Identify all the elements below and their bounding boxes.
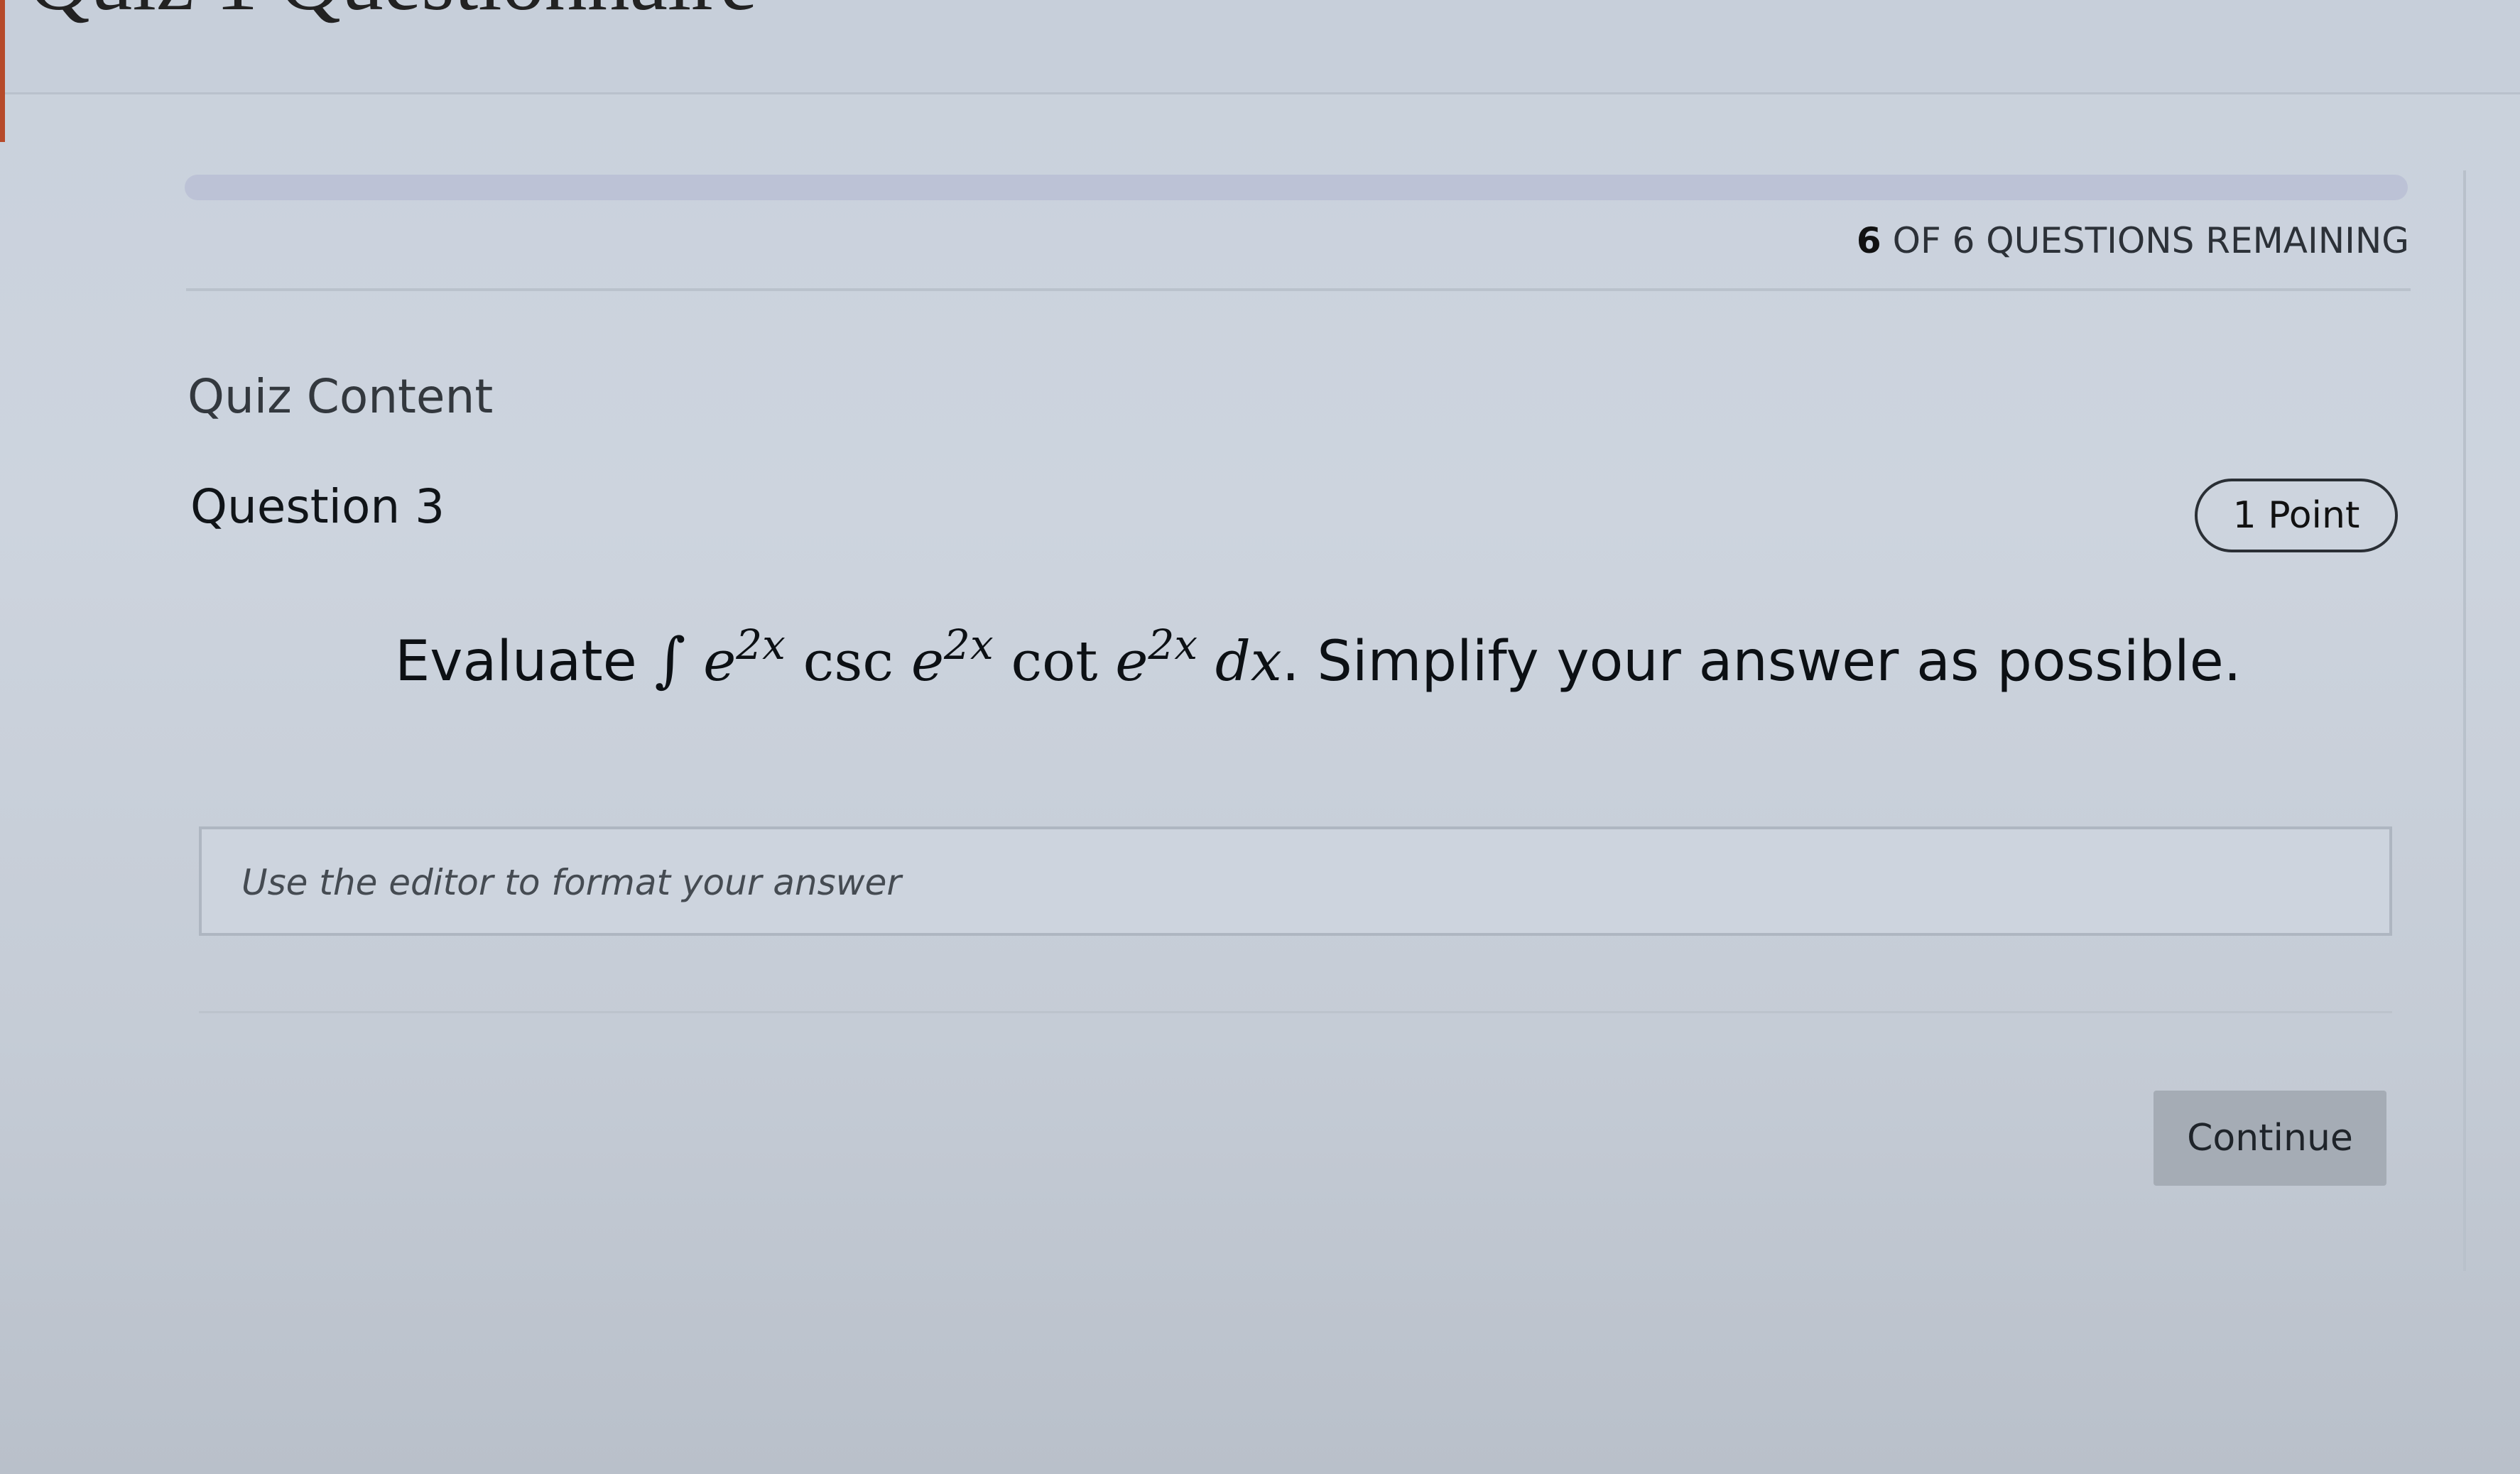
answer-placeholder: Use the editor to format your answer — [241, 862, 901, 903]
prompt-lead: Evaluate — [395, 630, 637, 694]
exp-power: 2x — [944, 621, 994, 669]
integral-expression: ∫ e2x csc e2x cot e2x dx — [655, 624, 1282, 694]
questions-remaining-count: 6 — [1856, 220, 1881, 261]
integral-symbol: ∫ — [654, 625, 686, 694]
exp-base: e — [911, 630, 945, 694]
left-accent-bar — [0, 0, 5, 142]
continue-button[interactable]: Continue — [2154, 1091, 2386, 1186]
exp-power: 2x — [736, 621, 786, 669]
quiz-title: Quiz 1 Questionnaire — [28, 0, 757, 30]
answer-editor[interactable]: Use the editor to format your answer — [199, 826, 2392, 936]
differential: dx — [1215, 630, 1282, 694]
question-number: Question 3 — [190, 479, 445, 534]
exp-base: e — [703, 630, 737, 694]
exp-base: e — [1115, 630, 1148, 694]
cot-function: cot — [1011, 630, 1098, 694]
header-divider — [186, 288, 2411, 291]
points-badge: 1 Point — [2195, 479, 2398, 552]
exp-power: 2x — [1148, 621, 1198, 669]
quiz-header-bar: Quiz 1 Questionnaire — [0, 0, 2520, 94]
section-title: Quiz Content — [188, 369, 494, 424]
question-prompt: Evaluate ∫ e2x csc e2x cot e2x dx. Simpl… — [395, 624, 2242, 694]
questions-remaining-text: OF 6 QUESTIONS REMAINING — [1892, 220, 2409, 261]
csc-function: csc — [803, 630, 894, 694]
progress-bar — [185, 175, 2408, 200]
footer-divider — [199, 1011, 2392, 1013]
question-card — [182, 170, 2466, 1271]
questions-remaining: 6 OF 6 QUESTIONS REMAINING — [1857, 220, 2409, 261]
prompt-tail: . Simplify your answer as possible. — [1281, 630, 2242, 694]
